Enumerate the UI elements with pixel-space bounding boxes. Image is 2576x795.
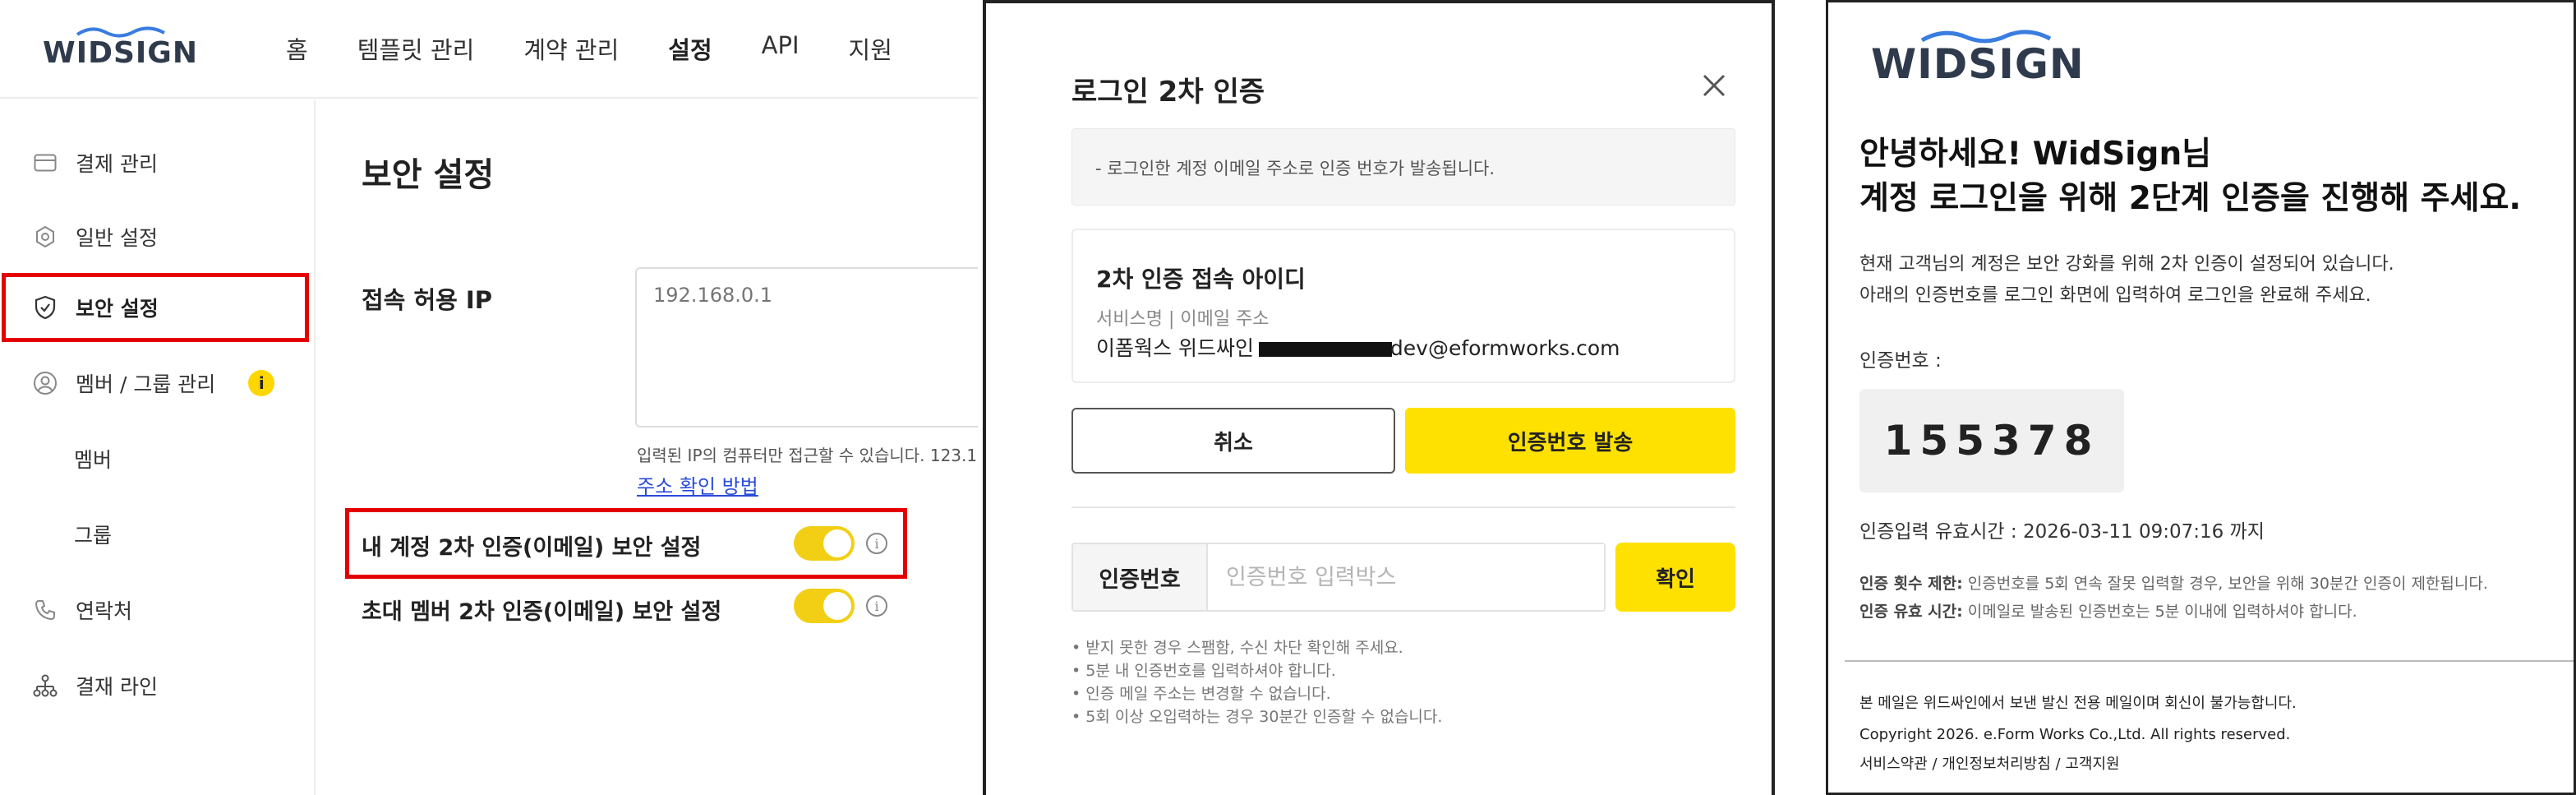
- rule-title: 인증 횟수 제한:: [1859, 575, 1963, 593]
- email-rules: 인증 횟수 제한: 인증번호를 5회 연속 잘못 입력할 경우, 보안을 위해 …: [1859, 570, 2488, 626]
- no-reply-notice: 본 메일은 위드싸인에서 보낸 발신 전용 메일이며 회신이 불가능합니다.: [1859, 695, 2297, 712]
- nav-api[interactable]: API: [762, 31, 800, 66]
- sidebar-item-contacts[interactable]: 연락처: [0, 575, 316, 645]
- person-icon: [33, 371, 58, 395]
- toggle-knob: [823, 592, 851, 620]
- confirm-button[interactable]: 확인: [1615, 543, 1735, 612]
- highlight-box-security-menu: [2, 273, 309, 342]
- note-item: • 5회 이상 오입력하는 경우 30분간 인증할 수 없습니다.: [1071, 708, 1443, 726]
- email-body: 현재 고객님의 계정은 보안 강화를 위해 2차 인증이 설정되어 있습니다. …: [1859, 249, 2394, 312]
- gear-icon: [33, 224, 58, 249]
- terms-link[interactable]: 서비스약관: [1859, 756, 1928, 773]
- top-nav: 홈 템플릿 관리 계약 관리 설정 API 지원: [286, 31, 942, 66]
- modal-body: 로그인 2차 인증 - 로그인한 계정 이메일 주소로 인증 번호가 발송됩니다…: [986, 3, 1772, 795]
- nav-support[interactable]: 지원: [849, 31, 892, 66]
- send-code-button[interactable]: 인증번호 발송: [1405, 408, 1735, 474]
- divider: [1071, 506, 1735, 508]
- nav-contracts[interactable]: 계약 관리: [523, 31, 619, 66]
- sidebar-item-billing[interactable]: 결제 관리: [0, 128, 316, 197]
- nav-home[interactable]: 홈: [286, 31, 308, 66]
- email-visible-part: dev@eformworks.com: [1389, 336, 1620, 360]
- rule-title: 인증 유효 시간:: [1859, 603, 1963, 621]
- widsign-logo: WIDSIGN: [1871, 27, 2093, 88]
- body-line: 아래의 인증번호를 로그인 화면에 입력하여 로그인을 완료해 주세요.: [1859, 285, 2371, 306]
- privacy-link[interactable]: 개인정보처리방침: [1942, 756, 2050, 773]
- invited-member-2fa-toggle[interactable]: [794, 589, 855, 623]
- login-2fa-modal: 로그인 2차 인증 - 로그인한 계정 이메일 주소로 인증 번호가 발송됩니다…: [983, 0, 1775, 795]
- service-name: 이폼웍스 위드싸인: [1096, 336, 1254, 360]
- sidebar-item-label: 멤버 / 그룹 관리: [76, 372, 216, 396]
- code-input[interactable]: [1208, 544, 1604, 610]
- body-line: 현재 고객님의 계정은 보안 강화를 위해 2차 인증이 설정되어 있습니다.: [1859, 254, 2394, 275]
- allowed-ip-help-text: 입력된 IP의 컴퓨터만 접근할 수 있습니다. 123.1: [637, 446, 978, 465]
- org-chart-icon: [33, 673, 58, 698]
- sidebar-item-approval-line[interactable]: 결재 라인: [0, 651, 316, 720]
- card-title: 2차 인증 접속 아이디: [1096, 266, 1306, 293]
- greeting-line: 안녕하세요! WidSign님: [1859, 136, 2212, 173]
- highlight-box-my-2fa: [345, 508, 907, 579]
- sidebar-item-members[interactable]: 멤버: [0, 424, 316, 493]
- verification-email: WIDSIGN 안녕하세요! WidSign님 계정 로그인을 위해 2단계 인…: [1826, 0, 2576, 795]
- sidebar-item-label: 결제 관리: [76, 152, 158, 176]
- admin-settings-panel: WIDSIGN 홈 템플릿 관리 계약 관리 설정 API 지원 결제 관리 일…: [0, 0, 978, 795]
- note-item: • 받지 못한 경우 스팸함, 수신 차단 확인해 주세요.: [1071, 639, 1403, 657]
- modal-title: 로그인 2차 인증: [1071, 76, 1265, 109]
- card-icon: [33, 150, 58, 175]
- email-greeting: 안녕하세요! WidSign님 계정 로그인을 위해 2단계 인증을 진행해 주…: [1859, 132, 2521, 221]
- notes-list: • 받지 못한 경우 스팸함, 수신 차단 확인해 주세요. • 5분 내 인증…: [1071, 636, 1442, 728]
- sidebar-item-label: 멤버: [74, 448, 113, 472]
- sidebar-item-members-groups[interactable]: 멤버 / 그룹 관리 i: [0, 349, 316, 418]
- code-field-label: 인증번호: [1073, 544, 1208, 610]
- nav-templates[interactable]: 템플릿 관리: [357, 31, 475, 66]
- account-id-card: 2차 인증 접속 아이디 서비스명 | 이메일 주소 이폼웍스 위드싸인 dev…: [1071, 229, 1735, 383]
- info-badge-icon[interactable]: i: [248, 370, 275, 396]
- code-field-group: 인증번호: [1071, 543, 1606, 612]
- sidebar-item-label: 일반 설정: [76, 226, 158, 250]
- widsign-logo[interactable]: WIDSIGN: [43, 25, 199, 71]
- rule-line: 인증 유효 시간: 이메일로 발송된 인증번호는 5분 이내에 입력하셔야 합니…: [1859, 598, 2488, 626]
- sidebar-item-groups[interactable]: 그룹: [0, 500, 316, 569]
- card-account-value: 이폼웍스 위드싸인 dev@eformworks.com: [1096, 332, 1620, 362]
- rule-text: 인증번호를 5회 연속 잘못 입력할 경우, 보안을 위해 30분간 인증이 제…: [1962, 575, 2488, 593]
- card-subtitle: 서비스명 | 이메일 주소: [1096, 309, 1270, 330]
- greeting-line: 계정 로그인을 위해 2단계 인증을 진행해 주세요.: [1859, 180, 2522, 217]
- code-label: 인증번호 :: [1859, 350, 1942, 372]
- sidebar-item-label: 결재 라인: [76, 675, 158, 699]
- sidebar: 결제 관리 일반 설정 보안 설정 멤버 / 그룹 관리 i 멤버 그룹 연락처…: [0, 100, 316, 795]
- sidebar-item-label: 그룹: [74, 524, 113, 548]
- invited-member-2fa-label: 초대 멤버 2차 인증(이메일) 보안 설정: [362, 599, 722, 625]
- phone-icon: [33, 598, 58, 622]
- redaction-bar: [1258, 342, 1392, 357]
- notice-box: - 로그인한 계정 이메일 주소로 인증 번호가 발송됩니다.: [1071, 128, 1735, 206]
- footer-links: 서비스약관 / 개인정보처리방침 / 고객지원: [1859, 756, 2120, 773]
- sidebar-item-general[interactable]: 일반 설정: [0, 202, 316, 271]
- note-item: • 5분 내 인증번호를 입력하셔야 합니다.: [1071, 662, 1336, 680]
- nav-settings[interactable]: 설정: [668, 31, 712, 66]
- allowed-ip-label: 접속 허용 IP: [362, 286, 492, 314]
- support-link[interactable]: 고객지원: [2065, 756, 2119, 773]
- rule-text: 이메일로 발송된 인증번호는 5분 이내에 입력하셔야 합니다.: [1962, 603, 2357, 621]
- logo-text: WIDSIGN: [43, 36, 198, 70]
- note-item: • 인증 메일 주소는 변경할 수 없습니다.: [1071, 685, 1331, 703]
- top-header: WIDSIGN 홈 템플릿 관리 계약 관리 설정 API 지원: [0, 0, 978, 99]
- copyright: Copyright 2026. e.Form Works Co.,Ltd. Al…: [1859, 726, 2291, 743]
- cancel-button[interactable]: 취소: [1071, 408, 1395, 474]
- logo-text: WIDSIGN: [1871, 40, 2085, 88]
- page-title: 보안 설정: [362, 156, 495, 194]
- rule-line: 인증 횟수 제한: 인증번호를 5회 연속 잘못 입력할 경우, 보안을 위해 …: [1859, 570, 2488, 598]
- allowed-ip-input[interactable]: [635, 267, 978, 428]
- footer-divider: [1845, 660, 2574, 662]
- code-valid-until: 인증입력 유효시간 : 2026-03-11 09:07:16 까지: [1859, 521, 2265, 543]
- info-icon[interactable]: i: [866, 595, 887, 617]
- sidebar-item-label: 연락처: [76, 599, 133, 623]
- ip-check-method-link[interactable]: 주소 확인 방법: [637, 470, 758, 499]
- verification-code: 155378: [1859, 389, 2124, 492]
- close-icon[interactable]: [1698, 69, 1730, 102]
